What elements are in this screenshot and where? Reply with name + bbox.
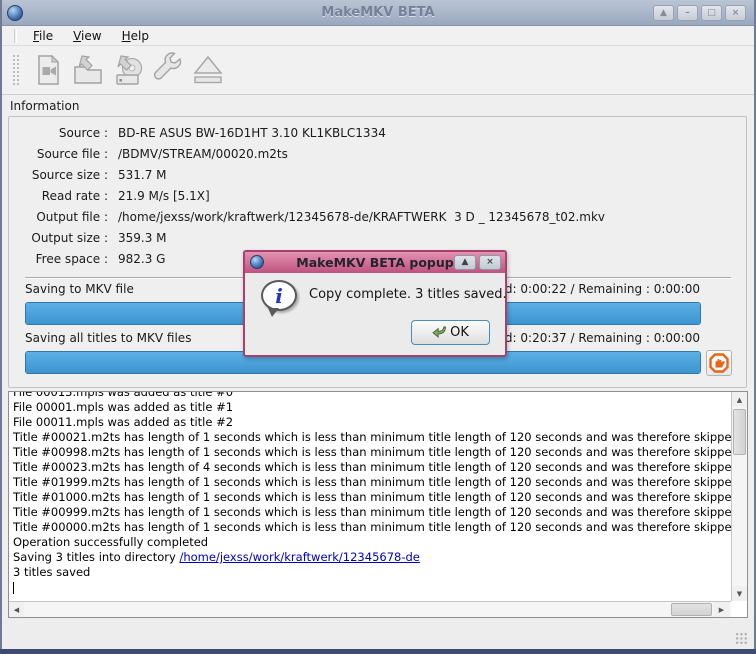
- window-titlebar[interactable]: MakeMKV BETA ▲ – □ ×: [0, 0, 756, 26]
- eject-disc-icon: [190, 52, 226, 88]
- window-border-left: [0, 0, 2, 654]
- info-rows: Source :BD-RE ASUS BW-16D1HT 3.10 KL1KBL…: [16, 122, 728, 269]
- log-output-area[interactable]: File 00013.mpls was added as title #0 Fi…: [8, 391, 748, 618]
- toolbar: [2, 46, 754, 95]
- horizontal-scroll-thumb[interactable]: [671, 603, 712, 616]
- log-line: Title #00000.m2ts has length of 1 second…: [13, 520, 731, 535]
- progress-total-label: Saving all titles to MKV files: [25, 331, 191, 345]
- log-text-view: File 00013.mpls was added as title #0 Fi…: [9, 392, 731, 601]
- log-line: File 00001.mpls was added as title #1: [13, 400, 731, 415]
- stop-hand-icon: [709, 353, 729, 373]
- log-vertical-scrollbar[interactable]: ▲ ▼: [731, 392, 747, 601]
- toolbar-grip[interactable]: [12, 54, 20, 86]
- ok-button[interactable]: OK: [411, 320, 490, 345]
- log-line: Title #00999.m2ts has length of 1 second…: [13, 505, 731, 520]
- info-row-read-rate: Read rate :21.9 M/s [5.1X]: [16, 185, 728, 206]
- log-line: Title #01000.m2ts has length of 1 second…: [13, 490, 731, 505]
- open-files-folder-icon: [70, 52, 106, 88]
- close-button[interactable]: ×: [725, 5, 746, 21]
- log-caret-line: [13, 580, 731, 595]
- window-title: MakeMKV BETA: [0, 5, 756, 20]
- popup-message: Copy complete. 3 titles saved.: [309, 287, 507, 302]
- settings-button[interactable]: [148, 49, 188, 91]
- information-section-title: Information: [10, 99, 79, 113]
- menu-help[interactable]: Help: [114, 27, 157, 45]
- info-row-output-size: Output size :359.3 M: [16, 227, 728, 248]
- info-row-source-file: Source file :/BDMV/STREAM/00020.m2ts: [16, 143, 728, 164]
- backup-to-drive-icon: [110, 52, 146, 88]
- popup-disc-icon: [250, 255, 264, 269]
- app-disc-icon: [7, 5, 23, 21]
- open-video-file-icon: [30, 52, 66, 88]
- ok-arrow-icon: [432, 326, 447, 339]
- maximize-button[interactable]: □: [701, 5, 722, 21]
- settings-wrench-icon: [150, 52, 186, 88]
- log-line: Title #00998.m2ts has length of 1 second…: [13, 445, 731, 460]
- open-video-file-button[interactable]: [28, 49, 68, 91]
- log-line: 3 titles saved: [13, 565, 731, 580]
- popup-shade-button[interactable]: ▲: [454, 255, 476, 270]
- vertical-scroll-thumb[interactable]: [733, 409, 746, 455]
- ok-button-label: OK: [450, 325, 469, 340]
- scroll-right-button[interactable]: ▶: [714, 602, 729, 617]
- scroll-down-button[interactable]: ▼: [732, 586, 747, 601]
- backup-button[interactable]: [108, 49, 148, 91]
- progress-current-label: Saving to MKV file: [25, 282, 134, 296]
- text-cursor: [13, 582, 14, 594]
- popup-dialog: MakeMKV BETA popup ▲ × i Copy complete. …: [243, 250, 507, 357]
- menu-view[interactable]: View: [65, 27, 109, 45]
- scroll-up-button[interactable]: ▲: [732, 392, 747, 407]
- menubar-grip: [14, 29, 17, 43]
- popup-body: i Copy complete. 3 titles saved. OK: [245, 273, 505, 355]
- log-line: Title #00021.m2ts has length of 1 second…: [13, 430, 731, 445]
- log-line: Title #00023.m2ts has length of 4 second…: [13, 460, 731, 475]
- resize-grip[interactable]: [735, 632, 748, 645]
- info-row-source-size: Source size :531.7 M: [16, 164, 728, 185]
- info-icon: i: [261, 280, 297, 311]
- popup-titlebar[interactable]: MakeMKV BETA popup ▲ ×: [245, 252, 505, 273]
- shade-button[interactable]: ▲: [653, 5, 674, 21]
- log-line: File 00011.mpls was added as title #2: [13, 415, 731, 430]
- info-row-source: Source :BD-RE ASUS BW-16D1HT 3.10 KL1KBL…: [16, 122, 728, 143]
- minimize-button[interactable]: –: [677, 5, 698, 21]
- window-border-bottom: [0, 649, 756, 654]
- eject-button[interactable]: [188, 49, 228, 91]
- info-row-output-file: Output file :/home/jexss/work/kraftwerk/…: [16, 206, 728, 227]
- menu-file[interactable]: File: [25, 27, 61, 45]
- stop-button[interactable]: [706, 350, 732, 376]
- log-line-with-link: Saving 3 titles into directory /home/jex…: [13, 550, 731, 565]
- log-line: Operation successfully completed: [13, 535, 731, 550]
- makemkv-window: MakeMKV BETA ▲ – □ × File View Help: [0, 0, 756, 654]
- popup-close-button[interactable]: ×: [479, 255, 501, 270]
- log-horizontal-scrollbar[interactable]: ◀ ▶: [9, 601, 731, 617]
- open-files-button[interactable]: [68, 49, 108, 91]
- menu-bar: File View Help: [2, 26, 754, 46]
- log-line: File 00013.mpls was added as title #0: [13, 392, 731, 400]
- status-bar: [2, 618, 754, 649]
- output-directory-link[interactable]: /home/jexss/work/kraftwerk/12345678-de: [179, 550, 419, 564]
- log-line: Title #01999.m2ts has length of 1 second…: [13, 475, 731, 490]
- scroll-left-button[interactable]: ◀: [9, 602, 24, 617]
